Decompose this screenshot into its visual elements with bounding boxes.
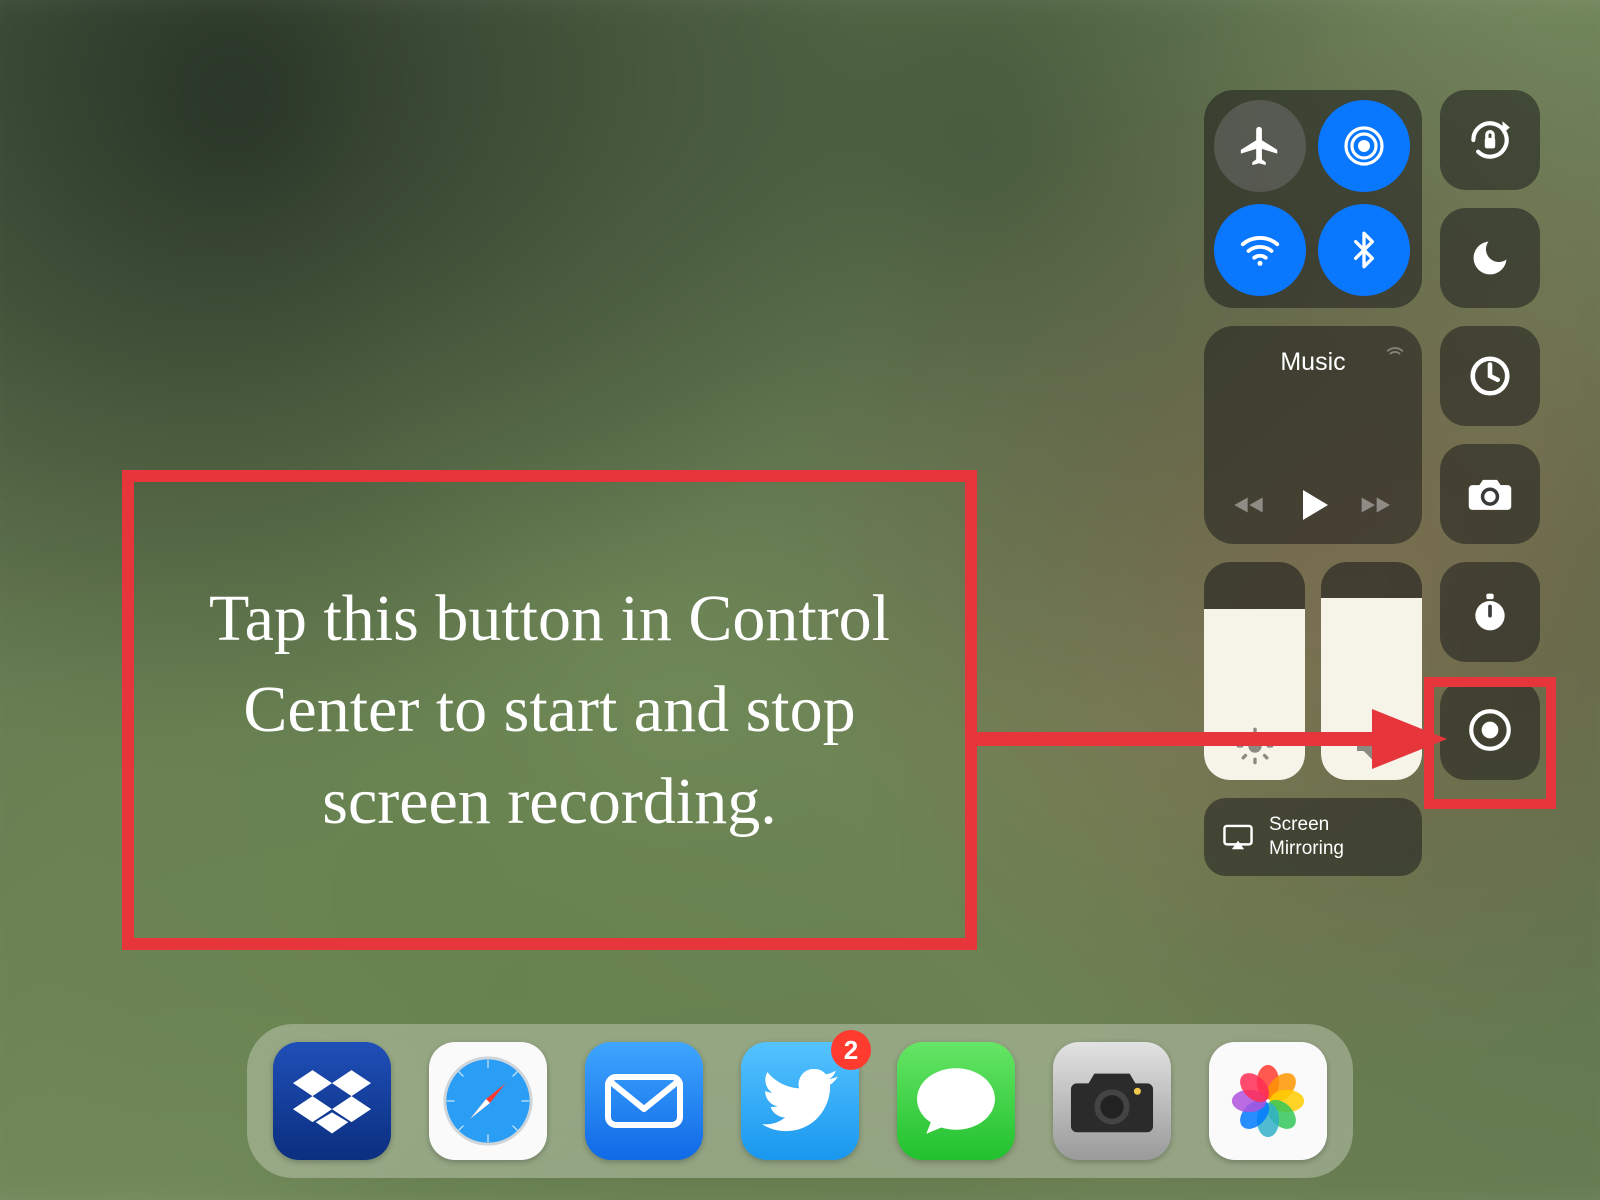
dock-app-mail[interactable] <box>585 1042 703 1160</box>
dropbox-icon <box>293 1066 371 1136</box>
timer-button[interactable] <box>1440 326 1540 426</box>
airdrop-toggle[interactable] <box>1318 100 1410 192</box>
highlight-box <box>1424 677 1556 809</box>
wifi-icon <box>1237 227 1283 273</box>
airplane-mode-toggle[interactable] <box>1214 100 1306 192</box>
previous-track-button[interactable] <box>1231 490 1271 525</box>
volume-slider[interactable] <box>1321 562 1422 780</box>
dock: 2 <box>247 1024 1353 1178</box>
sliders-group <box>1204 562 1422 780</box>
timer-icon <box>1467 353 1513 399</box>
twitter-badge: 2 <box>831 1030 871 1070</box>
rewind-icon <box>1231 490 1271 520</box>
mail-icon <box>604 1073 684 1129</box>
safari-icon <box>439 1052 537 1150</box>
rotation-lock-icon <box>1465 115 1515 165</box>
play-button[interactable] <box>1293 485 1333 530</box>
twitter-icon <box>762 1069 838 1133</box>
dock-app-dropbox[interactable] <box>273 1042 391 1160</box>
music-panel[interactable]: Music <box>1204 326 1422 544</box>
volume-icon <box>1352 726 1392 766</box>
music-title: Music <box>1220 348 1406 377</box>
bluetooth-icon <box>1344 230 1384 270</box>
next-track-button[interactable] <box>1355 490 1395 525</box>
moon-icon <box>1468 236 1512 280</box>
brightness-icon <box>1235 726 1275 766</box>
screen-mirroring-label: Screen Mirroring <box>1269 813 1344 861</box>
messages-icon <box>915 1063 997 1139</box>
photos-icon <box>1225 1058 1311 1144</box>
airplay-indicator-icon <box>1384 338 1406 360</box>
do-not-disturb-button[interactable] <box>1440 208 1540 308</box>
screen-mirroring-button[interactable]: Screen Mirroring <box>1204 798 1422 876</box>
rotation-lock-button[interactable] <box>1440 90 1540 190</box>
dock-app-photos[interactable] <box>1209 1042 1327 1160</box>
camera-icon <box>1467 474 1513 514</box>
dock-app-camera[interactable] <box>1053 1042 1171 1160</box>
callout-text: Tap this button in Control Center to sta… <box>164 573 935 846</box>
dock-app-messages[interactable] <box>897 1042 1015 1160</box>
stopwatch-button[interactable] <box>1440 562 1540 662</box>
stopwatch-icon <box>1468 590 1512 634</box>
fast-forward-icon <box>1355 490 1395 520</box>
wifi-toggle[interactable] <box>1214 204 1306 296</box>
airplane-icon <box>1237 123 1283 169</box>
brightness-slider[interactable] <box>1204 562 1305 780</box>
camera-app-icon <box>1069 1067 1155 1135</box>
dock-app-twitter[interactable]: 2 <box>741 1042 859 1160</box>
callout-box: Tap this button in Control Center to sta… <box>122 470 977 950</box>
screen-mirroring-icon <box>1222 823 1254 851</box>
airdrop-icon <box>1340 122 1388 170</box>
bluetooth-toggle[interactable] <box>1318 204 1410 296</box>
connectivity-panel[interactable] <box>1204 90 1422 308</box>
play-icon <box>1293 485 1333 525</box>
dock-app-safari[interactable] <box>429 1042 547 1160</box>
camera-button[interactable] <box>1440 444 1540 544</box>
